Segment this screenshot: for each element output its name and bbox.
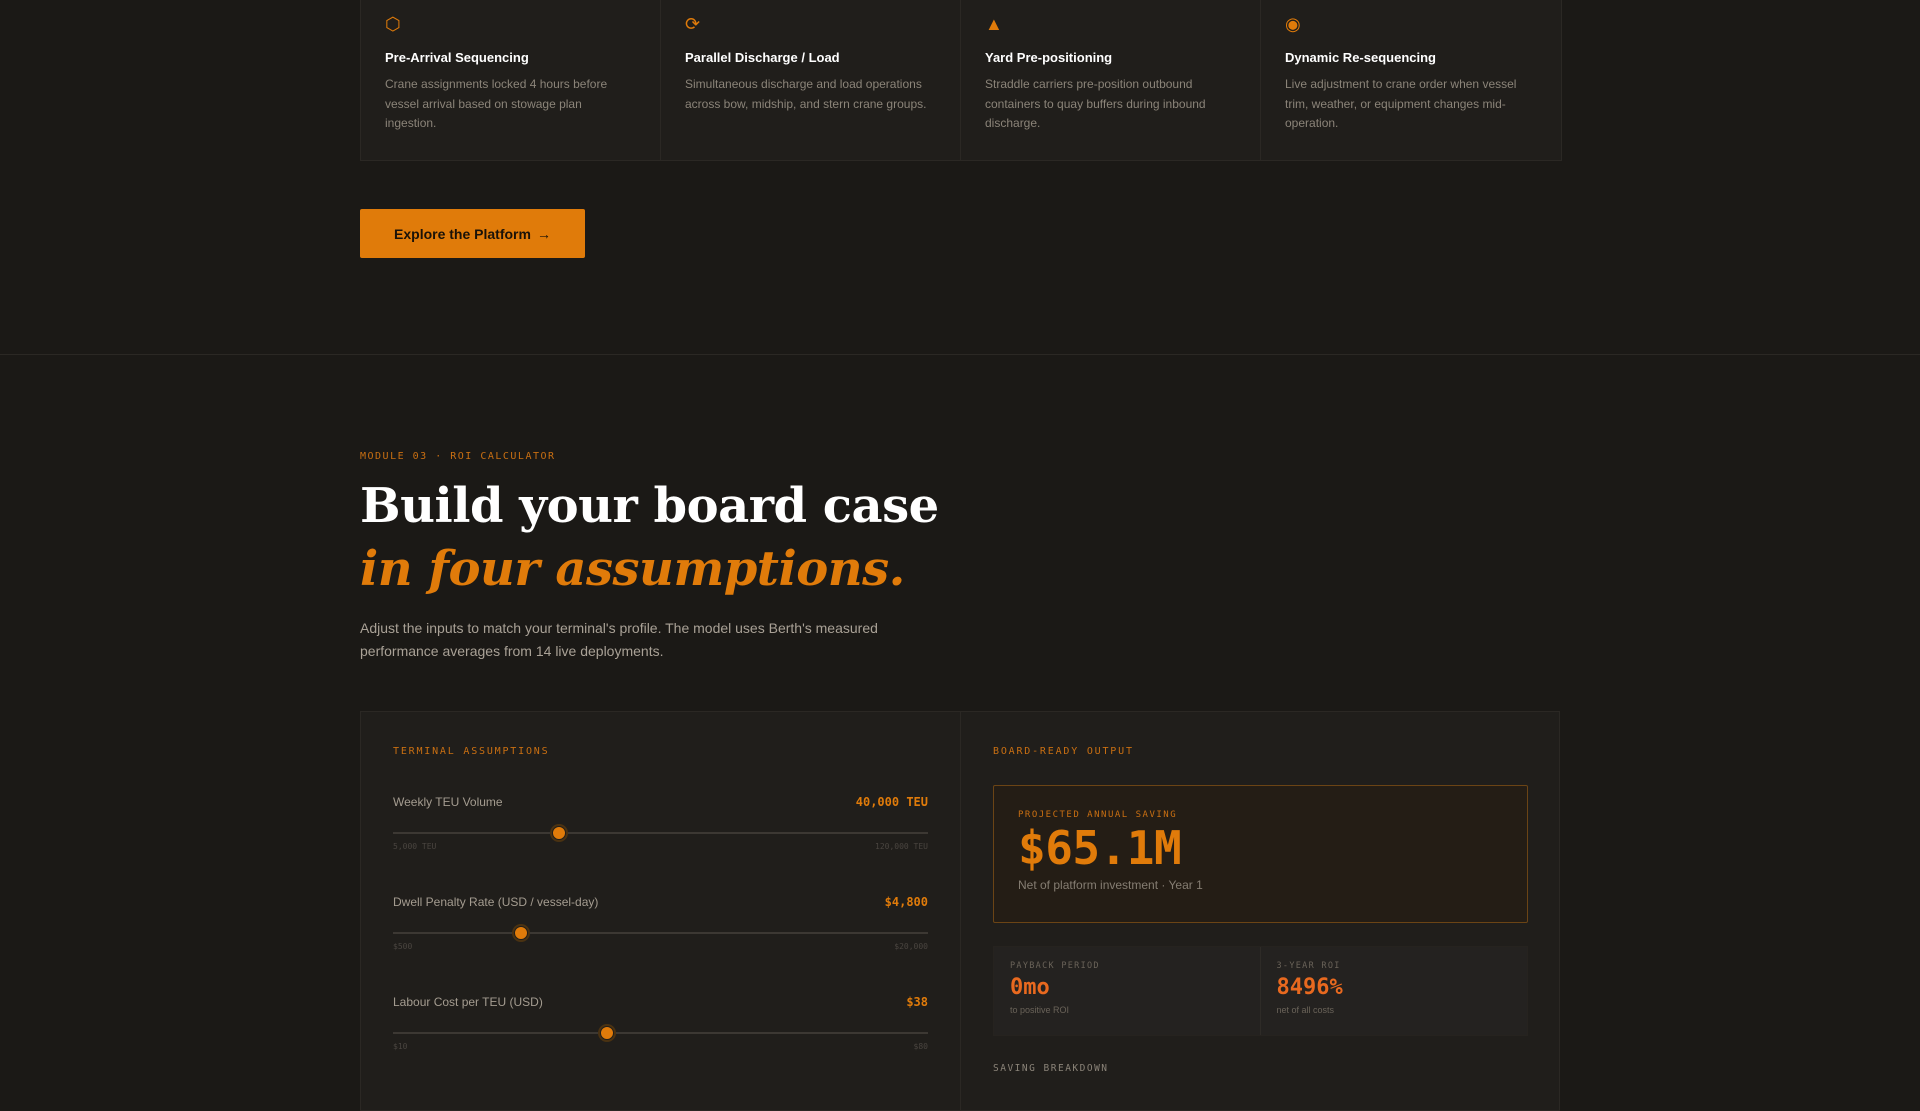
section-heading-accent: in four assumptions. [360,541,905,597]
slider-min: $500 [393,942,413,951]
slider-value: 40,000 TEU [855,795,928,809]
metric-value: 8496% [1276,975,1343,1000]
feature-title: Parallel Discharge / Load [685,50,840,65]
slider-value: $4,800 [884,895,928,909]
assumptions-panel: TERMINAL ASSUMPTIONS Weekly TEU Volume 4… [361,712,961,1110]
slider-label: Labour Cost per TEU (USD) [393,995,543,1009]
section-eyebrow: MODULE 03 · ROI CALCULATOR [360,451,556,462]
metrics-row: PAYBACK PERIOD 0mo to positive ROI 3-YEA… [993,946,1528,1036]
feature-card-dynamic: ◉ Dynamic Re-sequencing Live adjustment … [1261,0,1561,160]
section-heading: Build your board case [360,478,939,534]
metric-roi: 3-YEAR ROI 8496% net of all costs [1261,947,1528,1035]
saving-value: $65.1M [1018,821,1182,875]
slider-rail [393,1032,928,1034]
slider-value: $38 [906,995,928,1009]
slider-thumb[interactable] [514,926,529,940]
slider-dwell-penalty: Dwell Penalty Rate (USD / vessel-day) $4… [393,893,928,951]
panel-label: TERMINAL ASSUMPTIONS [393,746,550,757]
slider-min: 5,000 TEU [393,842,437,851]
metric-subtext: to positive ROI [1010,1005,1070,1015]
slider-label: Dwell Penalty Rate (USD / vessel-day) [393,895,599,909]
feature-title: Dynamic Re-sequencing [1285,50,1436,65]
roi-calculator: TERMINAL ASSUMPTIONS Weekly TEU Volume 4… [360,711,1560,1111]
feature-card-yard: ▲ Yard Pre-positioning Straddle carriers… [961,0,1261,160]
slider-track[interactable] [393,826,928,840]
cta-label: Explore the Platform [394,225,531,242]
arrow-right-icon: → [536,225,551,242]
slider-label: Weekly TEU Volume [393,795,503,809]
slider-track[interactable] [393,1026,928,1040]
slider-rail [393,832,928,834]
explore-platform-button[interactable]: Explore the Platform → [360,209,585,258]
slider-min: $10 [393,1042,408,1051]
metric-label: PAYBACK PERIOD [1010,961,1100,971]
slider-max: $20,000 [894,942,928,951]
section-divider [0,354,1920,355]
slider-weekly-teu: Weekly TEU Volume 40,000 TEU 5,000 TEU 1… [393,793,928,851]
feature-cards: ⬡ Pre-Arrival Sequencing Crane assignmen… [360,0,1562,161]
metric-label: 3-YEAR ROI [1276,961,1341,971]
panel-label: BOARD-READY OUTPUT [993,746,1134,757]
feature-title: Yard Pre-positioning [985,50,1113,65]
output-panel: BOARD-READY OUTPUT PROJECTED ANNUAL SAVI… [961,712,1561,1110]
slider-max: $80 [913,1042,928,1051]
section-intro: Adjust the inputs to match your terminal… [360,620,878,659]
feature-desc: Crane assignments locked 4 hours before … [385,77,608,130]
feature-title: Pre-Arrival Sequencing [385,50,529,65]
slider-thumb[interactable] [551,826,566,840]
saving-label: PROJECTED ANNUAL SAVING [1018,810,1178,820]
cycle-icon: ⟳ [685,14,701,34]
metric-value: 0mo [1010,975,1050,1000]
slider-thumb[interactable] [600,1026,614,1040]
metric-payback: PAYBACK PERIOD 0mo to positive ROI [994,947,1261,1035]
feature-card-parallel: ⟳ Parallel Discharge / Load Simultaneous… [661,0,961,160]
feature-desc: Simultaneous discharge and load operatio… [685,77,927,111]
metric-subtext: net of all costs [1276,1005,1335,1015]
projected-saving-card: PROJECTED ANNUAL SAVING $65.1M Net of pl… [993,785,1528,923]
hexagon-icon: ⬡ [385,14,401,34]
triangle-icon: ▲ [985,14,1003,34]
slider-rail [393,932,928,934]
breakdown-label: SAVING BREAKDOWN [993,1063,1109,1074]
feature-desc: Live adjustment to crane order when vess… [1285,77,1517,130]
feature-card-pre-arrival: ⬡ Pre-Arrival Sequencing Crane assignmen… [361,0,661,160]
slider-max: 120,000 TEU [875,842,928,851]
feature-desc: Straddle carriers pre-position outbound … [985,77,1206,130]
saving-subtext: Net of platform investment · Year 1 [1018,878,1203,892]
target-icon: ◉ [1285,14,1301,34]
slider-labour-cost: Labour Cost per TEU (USD) $38 $10 $80 [393,993,928,1051]
slider-track[interactable] [393,926,928,940]
